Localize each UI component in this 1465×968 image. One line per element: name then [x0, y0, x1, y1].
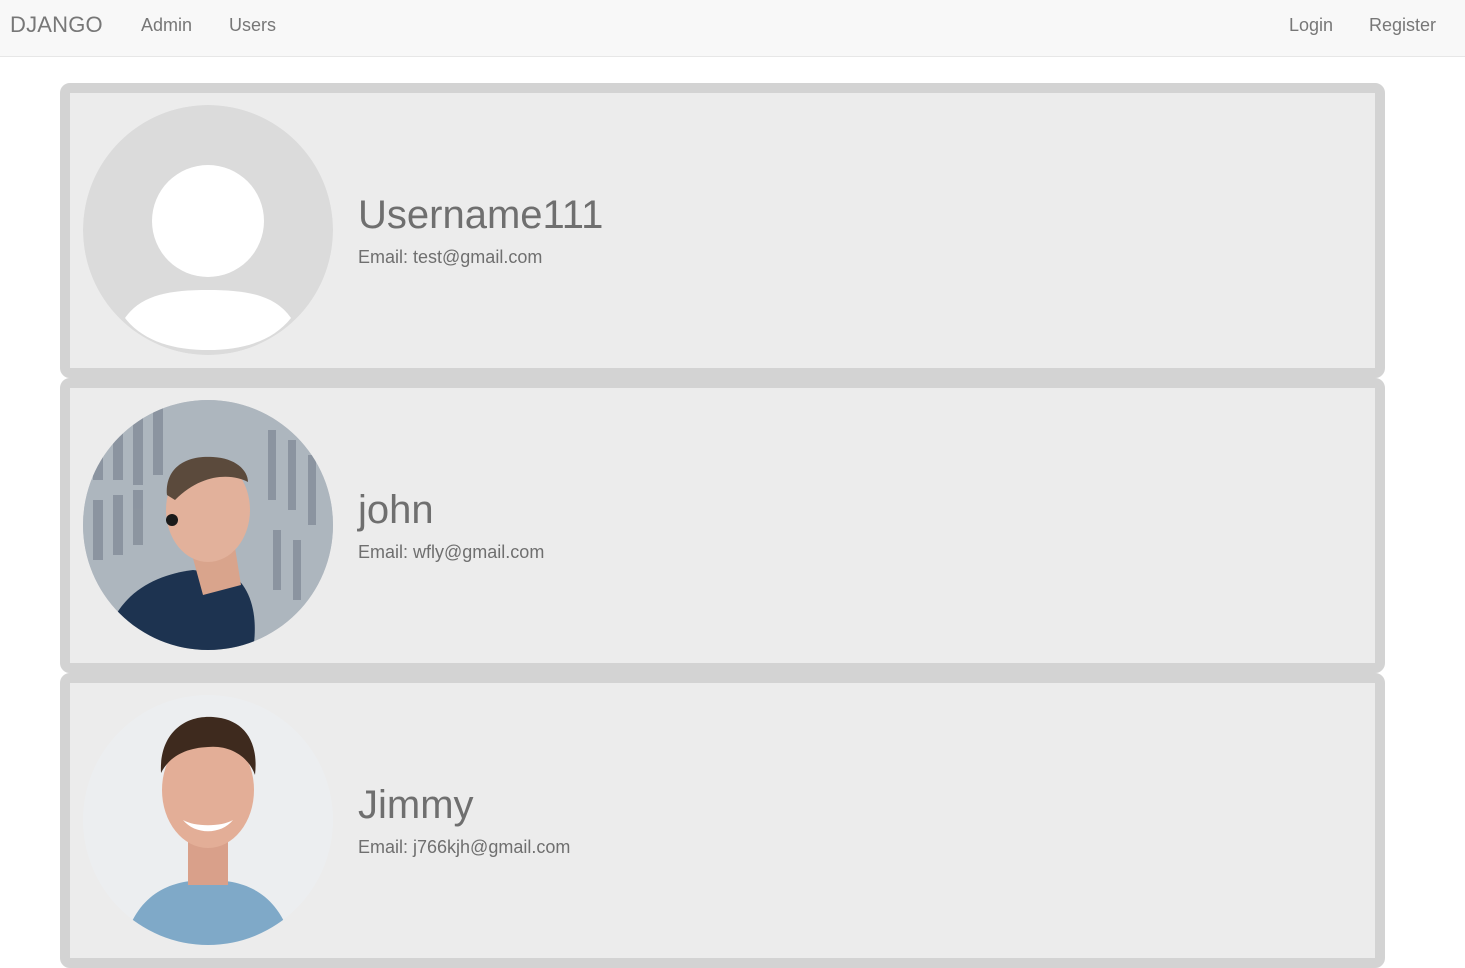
- user-email: Email: test@gmail.com: [358, 247, 542, 268]
- email-value: test@gmail.com: [413, 247, 543, 267]
- default-avatar-icon: [83, 105, 333, 355]
- username-heading: Jimmy: [358, 783, 474, 827]
- user-card: Username111 Email: test@gmail.com: [60, 83, 1385, 378]
- navbar: DJANGO Admin Users Login Register: [0, 0, 1465, 57]
- username-heading: Username111: [358, 193, 604, 237]
- email-value: j766kjh@gmail.com: [413, 837, 571, 857]
- nav-users-link[interactable]: Users: [229, 15, 276, 36]
- user-card: Jimmy Email: j766kjh@gmail.com: [60, 673, 1385, 968]
- email-label: Email:: [358, 837, 409, 857]
- profile-photo: [83, 695, 333, 945]
- email-label: Email:: [358, 247, 409, 267]
- username-heading: john: [358, 488, 434, 532]
- nav-register-link[interactable]: Register: [1369, 15, 1436, 36]
- profile-photo: [83, 400, 333, 650]
- user-email: Email: wfly@gmail.com: [358, 542, 544, 563]
- email-value: wfly@gmail.com: [413, 542, 545, 562]
- user-email: Email: j766kjh@gmail.com: [358, 837, 570, 858]
- email-label: Email:: [358, 542, 409, 562]
- user-card: john Email: wfly@gmail.com: [60, 378, 1385, 673]
- nav-admin-link[interactable]: Admin: [141, 15, 192, 36]
- nav-login-link[interactable]: Login: [1289, 15, 1333, 36]
- brand-link[interactable]: DJANGO: [10, 12, 103, 38]
